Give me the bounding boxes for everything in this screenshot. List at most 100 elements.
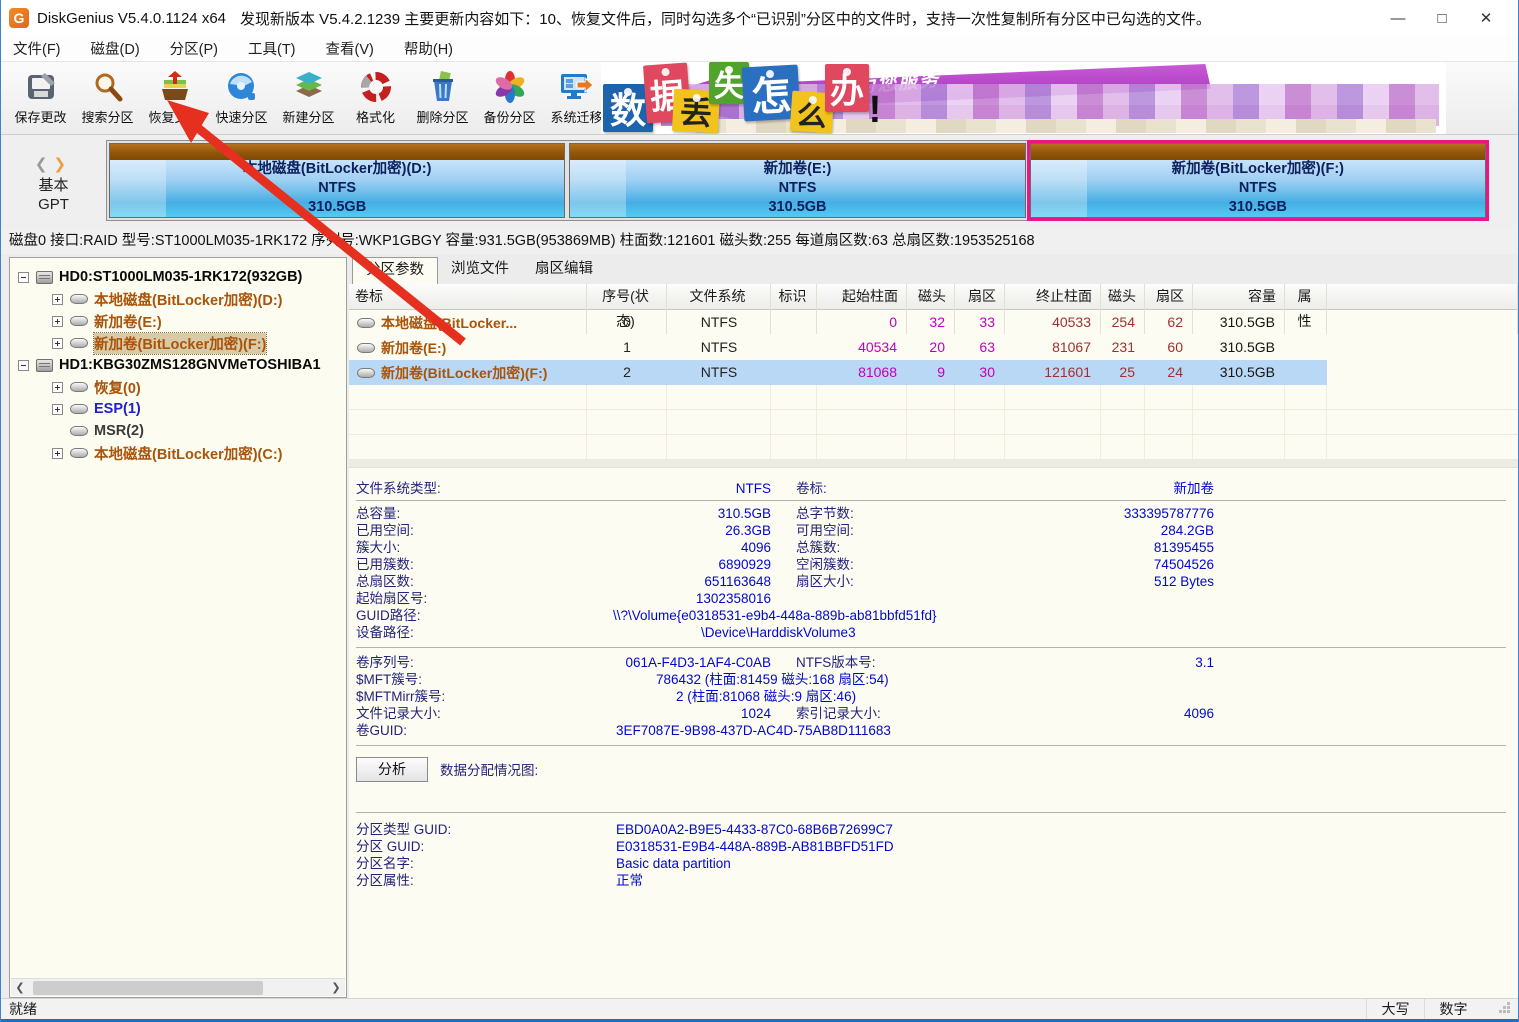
partition-icon — [70, 404, 88, 414]
toolbar-save-changes[interactable]: 保存更改 — [7, 65, 74, 131]
tree-item-hd0[interactable]: HD0:ST1000LM035-1RK172(932GB) — [10, 266, 346, 288]
fs-type-value: NTFS — [536, 480, 771, 497]
table-row-partition-f-selected[interactable]: 新加卷(BitLocker加密)(F:) 2 NTFS 81068 9 30 1… — [349, 360, 1518, 385]
tree-item-volume-f-selected[interactable]: 新加卷(BitLocker加密)(F:) — [10, 332, 346, 354]
main-area: HD0:ST1000LM035-1RK172(932GB) 本地磁盘(BitLo… — [1, 254, 1518, 998]
delete-partition-icon — [426, 70, 460, 104]
tree-horizontal-scrollbar[interactable]: ❮ ❯ — [11, 978, 345, 996]
partition-icon — [357, 343, 375, 353]
table-end-strip — [349, 460, 1518, 468]
new-partition-icon — [292, 70, 326, 104]
toolbar-search-partition[interactable]: 搜索分区 — [74, 65, 141, 131]
partition-fs: NTFS — [1239, 179, 1277, 198]
guid-path-label: GUID路径: — [356, 607, 536, 624]
partition-overview: ❮❯ 基本 GPT 本地磁盘(BitLocker加密)(D:) NTFS 310… — [1, 135, 1518, 228]
menu-view[interactable]: 查看(V) — [326, 38, 374, 59]
maximize-button[interactable]: □ — [1420, 10, 1464, 27]
toolbar-label: 删除分区 — [416, 107, 468, 126]
close-button[interactable]: ✕ — [1464, 9, 1508, 27]
toolbar-recover-files[interactable]: 恢复文件 — [141, 65, 208, 131]
scroll-left-icon[interactable]: ❮ — [11, 981, 29, 994]
mftmirr-cluster-value: 2 (柱面:81068 磁头:9 扇区:46) — [536, 688, 1214, 705]
menu-partition[interactable]: 分区(P) — [170, 38, 218, 59]
toolbar-delete-partition[interactable]: 删除分区 — [409, 65, 476, 131]
gpt-info-block: 分区类型 GUID:EBD0A0A2-B9E5-4433-87C0-68B6B7… — [356, 821, 1518, 889]
partition-attr-value: 正常 — [616, 872, 1518, 889]
table-row-partition-e[interactable]: 新加卷(E:) 1 NTFS 40534 20 63 81067 231 60 … — [349, 335, 1518, 360]
guid-path-value: \\?\Volume{e0318531-e9b4-448a-889b-ab81b… — [536, 607, 1214, 624]
tree-item-label: 恢复(0) — [94, 377, 141, 398]
minimize-button[interactable]: — — [1376, 10, 1420, 27]
tree-item-label: HD1:KBG30ZMS128GNVMeTOSHIBA1 — [59, 357, 321, 373]
partition-block-header — [1031, 144, 1485, 160]
expand-icon[interactable] — [52, 382, 63, 393]
status-ready: 就绪 — [9, 999, 1366, 1019]
expand-icon[interactable] — [52, 448, 63, 459]
expand-icon[interactable] — [52, 404, 63, 415]
partition-name: 本地磁盘(BitLocker加密)(D:) — [243, 160, 432, 179]
partition-name: 新加卷(E:) — [764, 160, 832, 179]
window-title: DiskGenius V5.4.0.1124 x64 — [37, 10, 226, 27]
system-migration-icon — [560, 70, 594, 104]
partition-icon — [70, 426, 88, 436]
tree-item-esp[interactable]: ESP(1) — [10, 398, 346, 420]
detail-tabs: 分区参数 浏览文件 扇区编辑 — [349, 257, 1518, 284]
partition-block-d[interactable]: 本地磁盘(BitLocker加密)(D:) NTFS 310.5GB — [109, 143, 565, 218]
prev-disk-arrow-icon[interactable]: ❮ — [35, 156, 54, 173]
search-icon — [91, 70, 125, 104]
volume-serial-value: 061A-F4D3-1AF4-C0AB — [536, 654, 771, 671]
recover-files-icon — [158, 70, 192, 104]
collapse-icon[interactable] — [18, 272, 29, 283]
ad-tag: ! — [867, 88, 883, 132]
menu-file[interactable]: 文件(F) — [13, 38, 61, 59]
resize-grip-icon[interactable] — [1507, 1002, 1510, 1005]
expand-icon[interactable] — [52, 294, 63, 305]
table-row-partition-d[interactable]: 本地磁盘(BitLocker... 0 NTFS 0 32 33 40533 2… — [349, 310, 1518, 335]
scroll-right-icon[interactable]: ❯ — [327, 981, 345, 994]
menu-help[interactable]: 帮助(H) — [404, 38, 453, 59]
device-path-value: \Device\HarddiskVolume3 — [536, 624, 1214, 641]
volume-label-label: 卷标: — [796, 480, 986, 497]
toolbar-label: 搜索分区 — [81, 107, 133, 126]
used-space-band — [1031, 160, 1087, 217]
tree-item-msr[interactable]: MSR(2) — [10, 420, 346, 442]
analyze-button[interactable]: 分析 — [356, 757, 428, 782]
expand-icon[interactable] — [52, 338, 63, 349]
status-num-lock: 数字 — [1424, 999, 1482, 1019]
partition-icon — [357, 318, 375, 328]
tab-sector-edit[interactable]: 扇区编辑 — [522, 257, 606, 284]
used-space-band — [110, 160, 166, 217]
ntfs-version-value: 3.1 — [986, 654, 1214, 671]
empty-row — [349, 435, 1518, 460]
scrollbar-thumb[interactable] — [33, 981, 263, 995]
menu-disk[interactable]: 磁盘(D) — [91, 38, 140, 59]
partition-block-e[interactable]: 新加卷(E:) NTFS 310.5GB — [569, 143, 1025, 218]
tree-item-local-c[interactable]: 本地磁盘(BitLocker加密)(C:) — [10, 442, 346, 464]
next-disk-arrow-icon[interactable]: ❯ — [54, 156, 73, 173]
toolbar-quick-partition[interactable]: 快速分区 — [208, 65, 275, 131]
tree-item-volume-e[interactable]: 新加卷(E:) — [10, 310, 346, 332]
volume-guid-value: 3EF7087E-9B98-437D-AC4D-75AB8D111683 — [536, 722, 1214, 739]
partition-fs: NTFS — [779, 179, 817, 198]
partition-fs: NTFS — [318, 179, 356, 198]
tree-item-label: 新加卷(BitLocker加密)(F:) — [94, 333, 266, 354]
expand-icon[interactable] — [52, 316, 63, 327]
toolbar-system-migration[interactable]: 系统迁移 — [543, 65, 610, 131]
collapse-icon[interactable] — [18, 360, 29, 371]
tab-partition-params[interactable]: 分区参数 — [352, 257, 438, 284]
tree-item-hd1[interactable]: HD1:KBG30ZMS128GNVMeTOSHIBA1 — [10, 354, 346, 376]
ad-banner[interactable]: 为您服务 数 据 丢 失 怎 么 办 ! — [601, 62, 1446, 134]
menu-tools[interactable]: 工具(T) — [248, 38, 296, 59]
update-notice: 发现新版本 V5.4.2.1239 主要更新内容如下：10、恢复文件后，同时勾选… — [240, 8, 1211, 29]
toolbar-backup-partition[interactable]: 备份分区 — [476, 65, 543, 131]
toolbar-new-partition[interactable]: 新建分区 — [275, 65, 342, 131]
partition-block-f-selected[interactable]: 新加卷(BitLocker加密)(F:) NTFS 310.5GB — [1030, 143, 1486, 218]
volume-label-value: 新加卷 — [986, 480, 1214, 497]
tree-item-local-d[interactable]: 本地磁盘(BitLocker加密)(D:) — [10, 288, 346, 310]
menu-bar: 文件(F) 磁盘(D) 分区(P) 工具(T) 查看(V) 帮助(H) — [1, 36, 1518, 62]
toolbar-label: 保存更改 — [14, 107, 66, 126]
partition-block-header — [110, 144, 564, 160]
tab-browse-files[interactable]: 浏览文件 — [438, 257, 522, 284]
toolbar-format[interactable]: 格式化 — [342, 65, 409, 131]
tree-item-recovery[interactable]: 恢复(0) — [10, 376, 346, 398]
